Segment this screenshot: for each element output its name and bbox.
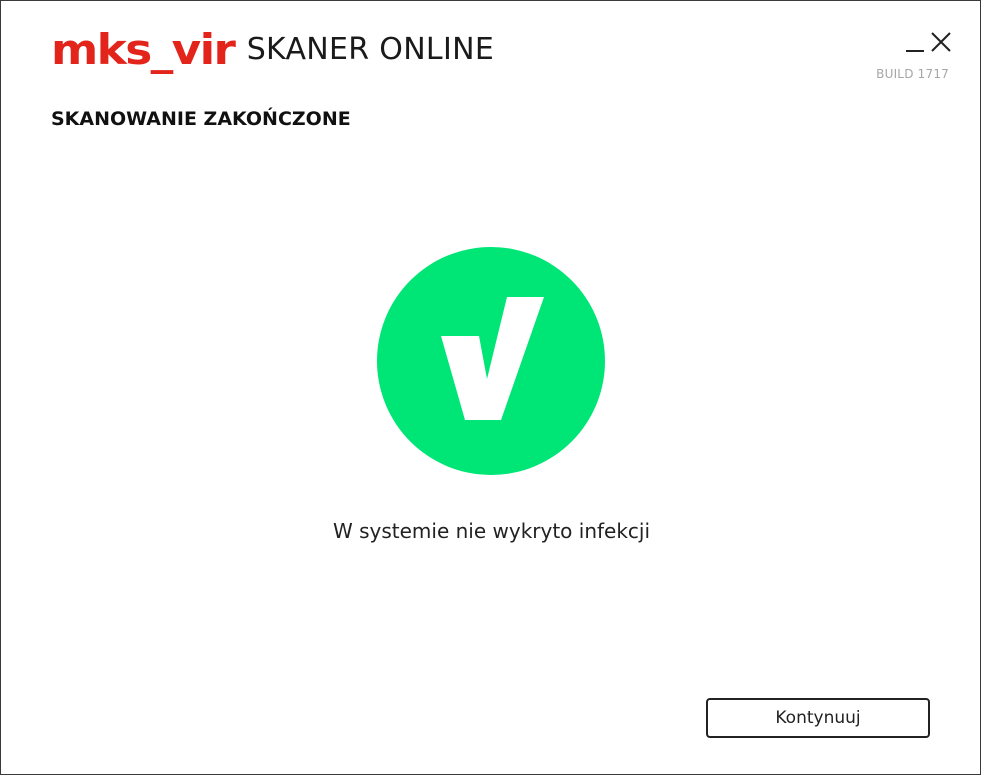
window-controls (904, 29, 952, 55)
checkmark-icon (377, 247, 605, 475)
build-label: BUILD 1717 (876, 67, 949, 81)
product-name: SKANER ONLINE (246, 32, 495, 67)
continue-button[interactable]: Kontynuuj (706, 698, 930, 738)
page-title: SKANOWANIE ZAKOŃCZONE (51, 108, 351, 130)
header: mks_vir SKANER ONLINE (51, 28, 494, 72)
app-window: mks_vir SKANER ONLINE BUILD 1717 SKANOWA… (0, 0, 981, 775)
close-icon[interactable] (930, 29, 952, 55)
minimize-icon[interactable] (904, 29, 926, 55)
brand-logo: mks_vir (51, 25, 236, 74)
status-message: W systemie nie wykryto infekcji (332, 519, 651, 543)
